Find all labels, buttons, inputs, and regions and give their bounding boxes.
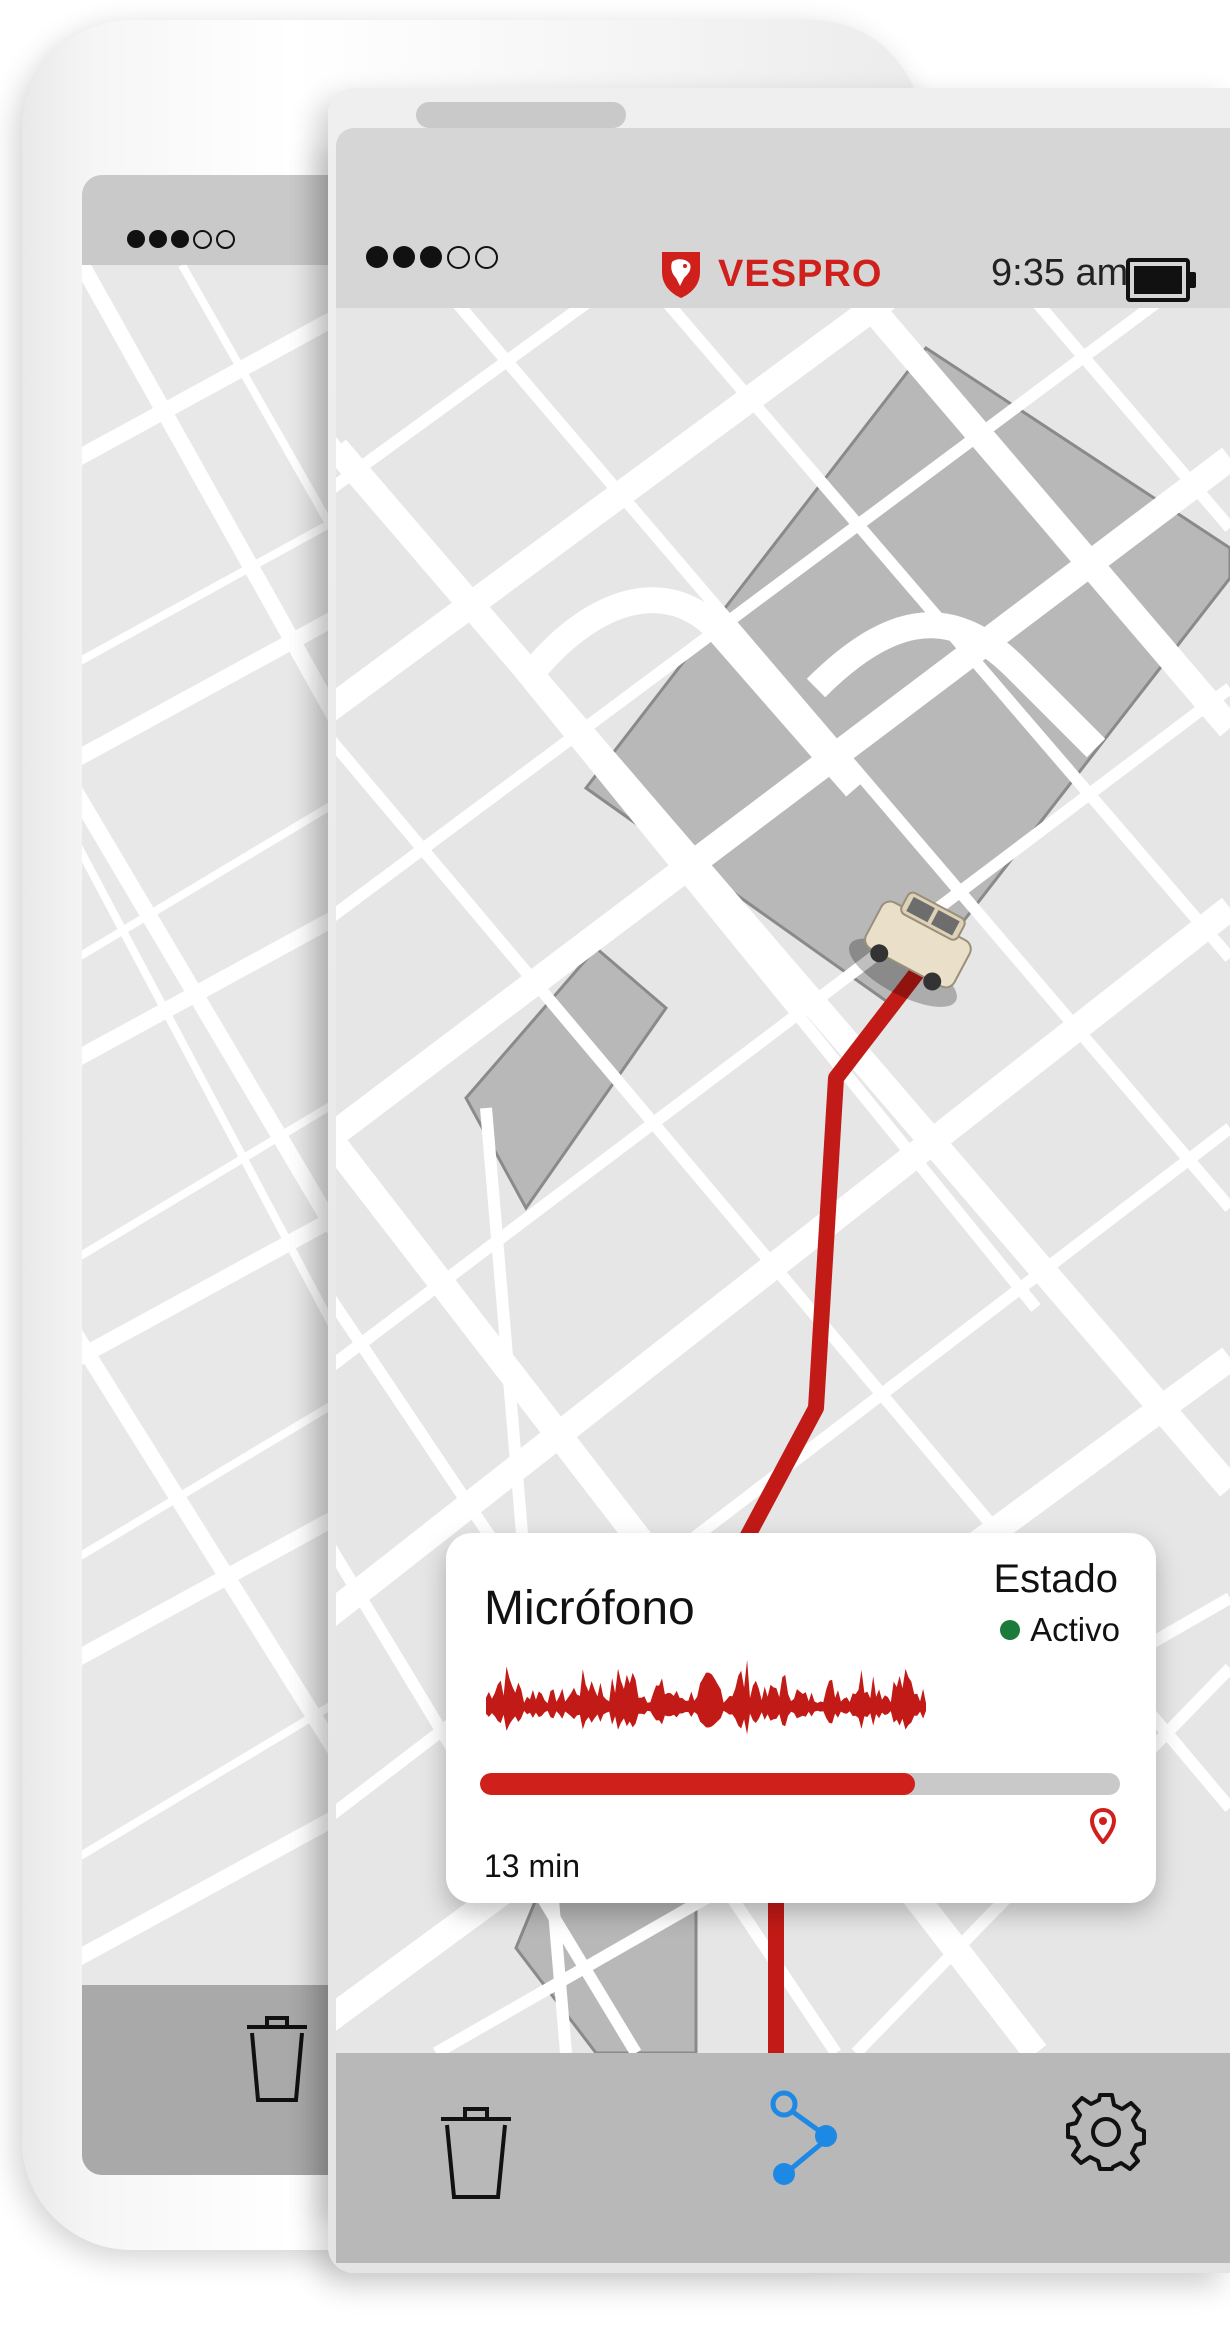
nav-route-button[interactable] [756, 2088, 856, 2188]
front-phone-mockup: VESPRO 9:35 am Micrófono Estado Activo 1… [328, 88, 1230, 2273]
status-text: Activo [1030, 1611, 1120, 1648]
trash-icon [441, 2107, 511, 2199]
recording-duration: 13 min [484, 1848, 581, 1884]
bottom-nav-bar [336, 2053, 1230, 2263]
share-route-icon [770, 2090, 837, 2185]
speaker-grille [416, 102, 626, 128]
audio-waveform-icon [486, 1659, 926, 1735]
estado-label: Estado [993, 1557, 1118, 1601]
gear-icon [1066, 2093, 1146, 2171]
vespro-logo-icon [662, 252, 700, 298]
card-title: Micrófono [484, 1582, 695, 1635]
status-bar: VESPRO 9:35 am [336, 128, 1230, 308]
signal-dots-icon [127, 230, 235, 249]
status-dot-icon [1000, 1620, 1021, 1640]
status-value: Activo [1000, 1611, 1120, 1649]
progress-fill [480, 1773, 916, 1795]
brand: VESPRO [658, 248, 882, 300]
nav-settings-button[interactable] [1056, 2081, 1156, 2181]
brand-name: VESPRO [718, 252, 883, 295]
progress-bar[interactable] [480, 1773, 1120, 1795]
battery-icon [1126, 258, 1196, 302]
signal-dots-icon [366, 246, 498, 269]
microphone-card[interactable]: Micrófono Estado Activo 13 min [446, 1533, 1156, 1903]
nav-trash-button[interactable] [426, 2103, 526, 2203]
clock-time: 9:35 am [991, 252, 1129, 294]
front-phone-screen: VESPRO 9:35 am Micrófono Estado Activo 1… [336, 128, 1230, 2263]
location-pin-icon[interactable] [1090, 1808, 1116, 1844]
